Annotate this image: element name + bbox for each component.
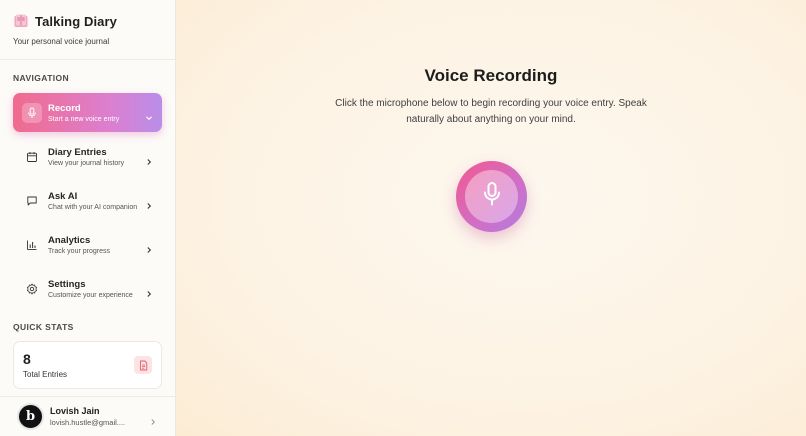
nav-item-description: View your journal history xyxy=(48,159,125,167)
record-button-inner xyxy=(465,170,518,223)
nav-item-diary-entries[interactable]: Diary Entries View your journal history xyxy=(13,137,162,176)
avatar-letter: b xyxy=(25,409,36,424)
brand-header: Talking Diary Your personal voice journa… xyxy=(0,0,175,60)
main-content: Voice Recording Click the microphone bel… xyxy=(176,0,806,436)
total-entries-value: 8 xyxy=(23,351,31,367)
app-subtitle: Your personal voice journal xyxy=(13,37,110,46)
navigation-heading: NAVIGATION xyxy=(13,73,70,83)
nav-item-ask-ai[interactable]: Ask AI Chat with your AI companion xyxy=(13,181,162,220)
nav-item-label: Analytics xyxy=(48,234,91,246)
nav-item-description: Start a new voice entry xyxy=(48,115,120,123)
total-entries-card: 8 Total Entries xyxy=(13,341,162,389)
chat-icon xyxy=(22,191,42,211)
bar-chart-icon xyxy=(22,235,42,255)
record-button[interactable] xyxy=(456,161,527,232)
nav-item-label: Record xyxy=(48,102,81,114)
nav-item-label: Ask AI xyxy=(48,190,78,202)
nav-item-record[interactable]: Record Start a new voice entry xyxy=(13,93,162,132)
nav-item-description: Customize your experience xyxy=(48,291,133,299)
chevron-right-icon xyxy=(145,285,153,297)
nav-item-analytics[interactable]: Analytics Track your progress xyxy=(13,225,162,264)
user-profile[interactable]: b Lovish Jain lovish.hustle@gmail.... xyxy=(0,396,176,436)
chevron-right-icon xyxy=(145,241,153,253)
total-entries-label: Total Entries xyxy=(23,370,68,379)
microphone-icon xyxy=(22,102,42,123)
page-description: Click the microphone below to begin reco… xyxy=(335,98,647,125)
app-title: Talking Diary xyxy=(35,13,117,29)
quick-stats-heading: QUICK STATS xyxy=(13,322,74,332)
chevron-down-icon xyxy=(145,109,153,120)
calendar-icon xyxy=(22,147,42,167)
page-title: Voice Recording xyxy=(424,66,558,85)
book-icon xyxy=(13,13,29,29)
user-name: Lovish Jain xyxy=(50,406,100,416)
document-icon xyxy=(134,356,152,374)
nav-item-description: Chat with your AI companion xyxy=(48,203,138,211)
nav-item-settings[interactable]: Settings Customize your experience xyxy=(13,269,162,308)
nav-item-label: Diary Entries xyxy=(48,146,107,158)
chevron-right-icon xyxy=(149,413,157,425)
nav-item-label: Settings xyxy=(48,278,86,290)
chevron-right-icon xyxy=(145,153,153,165)
avatar: b xyxy=(17,403,44,430)
chevron-right-icon xyxy=(145,197,153,209)
nav-item-description: Track your progress xyxy=(48,247,110,255)
sidebar: Talking Diary Your personal voice journa… xyxy=(0,0,176,436)
microphone-icon xyxy=(481,181,503,212)
gear-icon xyxy=(22,279,42,299)
user-email: lovish.hustle@gmail.... xyxy=(50,418,126,427)
